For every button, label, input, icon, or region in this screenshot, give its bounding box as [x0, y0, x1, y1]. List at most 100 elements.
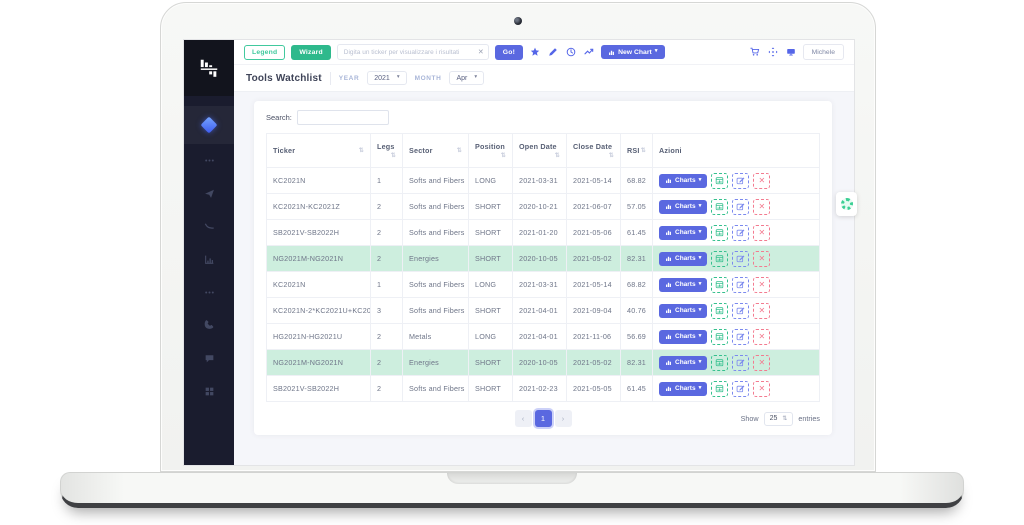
edit-button[interactable]: [732, 199, 749, 215]
sidebar-item-watchlist[interactable]: [184, 106, 234, 144]
delete-button[interactable]: ✕: [753, 355, 770, 371]
sidebar-item-2[interactable]: [184, 144, 234, 177]
delete-button[interactable]: ✕: [753, 251, 770, 267]
charts-button[interactable]: Charts ▾: [659, 278, 707, 292]
favorites-button[interactable]: [529, 47, 541, 57]
charts-button[interactable]: Charts ▾: [659, 226, 707, 240]
column-header-rsi[interactable]: RSI⇅: [621, 134, 653, 168]
chart-calendar-button[interactable]: [711, 199, 728, 215]
charts-button[interactable]: Charts ▾: [659, 382, 707, 396]
charts-button-label: Charts: [675, 307, 696, 314]
table-row[interactable]: KC2021N 1 Softs and Fibers LONG 2021-03-…: [267, 272, 820, 298]
delete-button[interactable]: ✕: [753, 173, 770, 189]
sidebar-item-6[interactable]: [184, 276, 234, 309]
column-header-open-date[interactable]: Open Date⇅: [513, 134, 567, 168]
year-select[interactable]: 2021 ▾: [367, 71, 406, 85]
sidebar-item-3[interactable]: [184, 177, 234, 210]
delete-button[interactable]: ✕: [753, 225, 770, 241]
sidebar-item-5[interactable]: [184, 243, 234, 276]
column-header-azioni[interactable]: Azioni: [653, 134, 820, 168]
column-header-close-date[interactable]: Close Date⇅: [567, 134, 621, 168]
sort-icon[interactable]: ⇅: [391, 152, 396, 159]
month-select[interactable]: Apr ▾: [449, 71, 484, 85]
edit-button[interactable]: [732, 225, 749, 241]
chart-calendar-button[interactable]: [711, 303, 728, 319]
edit-button[interactable]: [732, 329, 749, 345]
chart-calendar-button[interactable]: [711, 277, 728, 293]
clear-search-icon[interactable]: ✕: [478, 48, 484, 56]
help-fab-button[interactable]: [836, 192, 857, 216]
presentation-button[interactable]: [785, 47, 797, 57]
delete-button[interactable]: ✕: [753, 381, 770, 397]
cell-close-date: 2021-09-04: [567, 298, 621, 324]
edit-button[interactable]: [732, 355, 749, 371]
charts-button[interactable]: Charts ▾: [659, 356, 707, 370]
sort-icon[interactable]: ⇅: [641, 147, 646, 154]
prev-page-button[interactable]: ‹: [515, 410, 532, 427]
edit-button[interactable]: [732, 251, 749, 267]
chart-calendar-button[interactable]: [711, 225, 728, 241]
table-row[interactable]: HG2021N-HG2021U 2 Metals LONG 2021-04-01…: [267, 324, 820, 350]
sort-icon[interactable]: ⇅: [359, 147, 364, 154]
delete-button[interactable]: ✕: [753, 199, 770, 215]
legend-button[interactable]: Legend: [244, 45, 285, 60]
delete-button[interactable]: ✕: [753, 303, 770, 319]
edit-button[interactable]: [732, 277, 749, 293]
entries-select[interactable]: 25 ⇅: [764, 412, 794, 426]
table-row[interactable]: KC2021N-KC2021Z 2 Softs and Fibers SHORT…: [267, 194, 820, 220]
sort-icon[interactable]: ⇅: [457, 147, 462, 154]
chart-calendar-button[interactable]: [711, 251, 728, 267]
table-row[interactable]: NG2021M-NG2021N 2 Energies SHORT 2020-10…: [267, 246, 820, 272]
sort-icon[interactable]: ⇅: [609, 152, 614, 159]
chart-calendar-icon: [715, 202, 724, 211]
history-button[interactable]: [565, 47, 577, 57]
app-logo[interactable]: [184, 40, 234, 96]
charts-button[interactable]: Charts ▾: [659, 252, 707, 266]
charts-button[interactable]: Charts ▾: [659, 304, 707, 318]
charts-button[interactable]: Charts ▾: [659, 174, 707, 188]
edit-tool-button[interactable]: [547, 47, 559, 57]
watchlist-table: Ticker⇅Legs⇅Sector⇅Position⇅Open Date⇅Cl…: [266, 133, 820, 402]
chart-calendar-button[interactable]: [711, 329, 728, 345]
fullscreen-button[interactable]: [767, 47, 779, 57]
column-header-sector[interactable]: Sector⇅: [403, 134, 469, 168]
compare-button[interactable]: [583, 47, 595, 57]
chart-calendar-button[interactable]: [711, 381, 728, 397]
wizard-button[interactable]: Wizard: [291, 45, 330, 60]
ticker-search-input[interactable]: [337, 44, 489, 60]
sort-icon[interactable]: ⇅: [555, 152, 560, 159]
cell-position: SHORT: [469, 376, 513, 402]
edit-button[interactable]: [732, 173, 749, 189]
charts-button-label: Charts: [675, 255, 696, 262]
next-page-button[interactable]: ›: [555, 410, 572, 427]
sort-icon[interactable]: ⇅: [501, 152, 506, 159]
sidebar-item-9[interactable]: [184, 375, 234, 408]
table-row[interactable]: NG2021M-NG2021N 2 Energies SHORT 2020-10…: [267, 350, 820, 376]
page-1-button[interactable]: 1: [535, 410, 552, 427]
table-row[interactable]: KC2021N 1 Softs and Fibers LONG 2021-03-…: [267, 168, 820, 194]
edit-button[interactable]: [732, 381, 749, 397]
table-row[interactable]: KC2021N-2*KC2021U+KC2021Z 3 Softs and Fi…: [267, 298, 820, 324]
go-button[interactable]: Go!: [495, 45, 523, 60]
column-header-ticker[interactable]: Ticker⇅: [267, 134, 371, 168]
sidebar-item-7[interactable]: [184, 309, 234, 342]
table-row[interactable]: SB2021V-SB2022H 2 Softs and Fibers SHORT…: [267, 376, 820, 402]
edit-button[interactable]: [732, 303, 749, 319]
sidebar-item-4[interactable]: [184, 210, 234, 243]
cart-button[interactable]: [749, 47, 761, 57]
charts-button[interactable]: Charts ▾: [659, 330, 707, 344]
user-menu-button[interactable]: Michele: [803, 44, 844, 60]
delete-button[interactable]: ✕: [753, 277, 770, 293]
delete-button[interactable]: ✕: [753, 329, 770, 345]
table-row[interactable]: SB2021V-SB2022H 2 Softs and Fibers SHORT…: [267, 220, 820, 246]
chart-calendar-button[interactable]: [711, 173, 728, 189]
charts-button[interactable]: Charts ▾: [659, 200, 707, 214]
cell-close-date: 2021-06-07: [567, 194, 621, 220]
new-chart-button[interactable]: New Chart ▾: [601, 45, 664, 59]
chevron-down-icon: ▾: [474, 75, 477, 81]
sidebar-item-8[interactable]: [184, 342, 234, 375]
table-search-input[interactable]: [297, 110, 389, 125]
column-header-legs[interactable]: Legs⇅: [371, 134, 403, 168]
column-header-position[interactable]: Position⇅: [469, 134, 513, 168]
chart-calendar-button[interactable]: [711, 355, 728, 371]
